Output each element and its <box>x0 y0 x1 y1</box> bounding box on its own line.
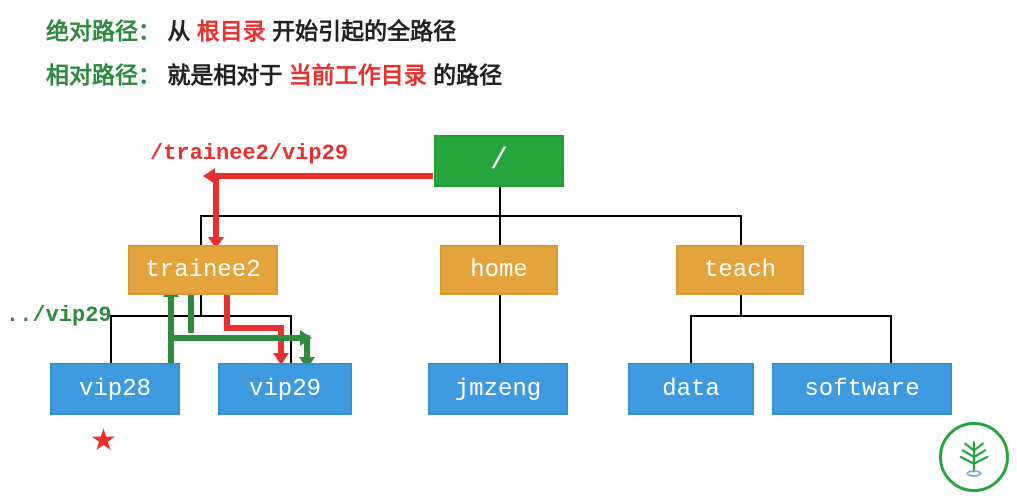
connector <box>200 215 202 245</box>
connector <box>690 315 692 363</box>
abs-p2: 开始引起的全路径 <box>272 18 456 44</box>
abs-path-segment <box>224 325 284 331</box>
filesystem-tree-diagram: /trainee2/vip29 ../vip29 / trainee2 home… <box>0 125 1017 500</box>
term-relative: 相对路径： <box>46 62 161 88</box>
node-root: / <box>434 135 564 187</box>
node-home: home <box>440 245 558 295</box>
connector <box>740 295 742 315</box>
abs-p1: 从 <box>167 18 190 44</box>
abs-highlight: 根目录 <box>197 18 266 44</box>
biotrainee-logo <box>939 422 1009 492</box>
connector <box>499 215 501 245</box>
node-software: software <box>772 363 952 415</box>
connector <box>499 295 501 363</box>
rel-path-segment <box>168 295 174 365</box>
abs-path-segment <box>213 173 433 179</box>
tree-icon <box>952 435 996 479</box>
definition-relative: 相对路径： 就是相对于 当前工作目录 的路径 <box>46 54 502 98</box>
rel-p1: 就是相对于 <box>167 62 282 88</box>
rel-path-label: ../vip29 <box>6 303 112 328</box>
rel-p2: 的路径 <box>433 62 502 88</box>
connector <box>690 315 890 317</box>
node-jmzeng: jmzeng <box>428 363 568 415</box>
definitions-block: 绝对路径： 从 根目录 开始引起的全路径 相对路径： 就是相对于 当前工作目录 … <box>46 10 502 97</box>
abs-path-segment <box>213 173 219 243</box>
connector <box>740 215 742 245</box>
abs-path-label: /trainee2/vip29 <box>150 141 348 166</box>
connector <box>499 187 501 215</box>
node-data: data <box>628 363 754 415</box>
rel-path-segment <box>188 295 194 333</box>
connector <box>110 315 290 317</box>
node-vip28: vip28 <box>50 363 180 415</box>
node-vip29: vip29 <box>218 363 352 415</box>
node-teach: teach <box>676 245 804 295</box>
term-absolute: 绝对路径： <box>46 18 161 44</box>
definition-absolute: 绝对路径： 从 根目录 开始引起的全路径 <box>46 10 502 54</box>
current-dir-star-icon: ★ <box>90 423 117 458</box>
connector <box>200 295 202 315</box>
connector <box>890 315 892 363</box>
connector <box>200 215 740 217</box>
rel-path-segment <box>168 335 304 341</box>
node-trainee2: trainee2 <box>128 245 278 295</box>
rel-highlight: 当前工作目录 <box>289 62 427 88</box>
